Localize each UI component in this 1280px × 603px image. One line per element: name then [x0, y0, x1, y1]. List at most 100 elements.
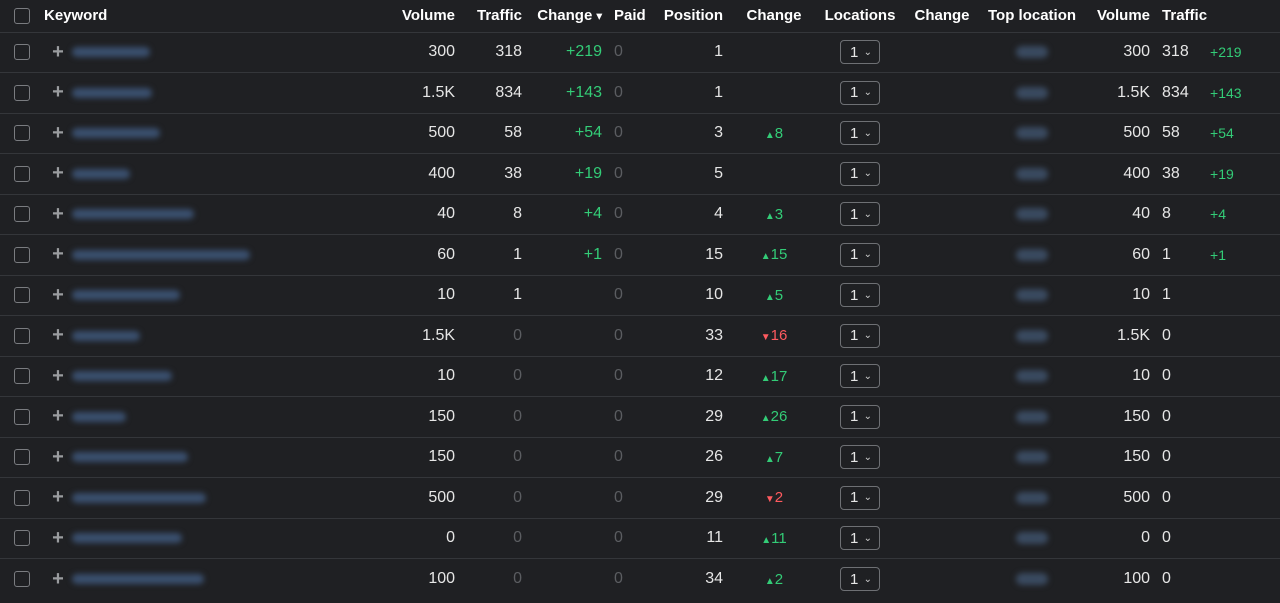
volume-header[interactable]: Volume — [392, 0, 467, 32]
locations-dropdown[interactable]: 1 ⌄ — [840, 526, 881, 551]
add-cell[interactable]: + — [44, 518, 72, 559]
row-select-cell[interactable] — [0, 356, 44, 397]
plus-icon[interactable]: + — [52, 41, 64, 63]
plus-icon[interactable]: + — [52, 446, 64, 468]
row-checkbox[interactable] — [14, 570, 30, 587]
keyword-link-redacted[interactable] — [72, 411, 126, 422]
row-checkbox[interactable] — [14, 408, 30, 425]
add-cell[interactable]: + — [44, 478, 72, 519]
add-cell[interactable]: + — [44, 437, 72, 478]
keyword-link-redacted[interactable] — [72, 371, 172, 382]
keyword-link-redacted[interactable] — [72, 249, 250, 260]
row-checkbox[interactable] — [14, 44, 30, 61]
locations-dropdown[interactable]: 1 ⌄ — [840, 80, 881, 105]
keyword-cell[interactable] — [72, 275, 392, 316]
keyword-link-redacted[interactable] — [72, 209, 194, 220]
plus-icon[interactable]: + — [52, 243, 64, 265]
keyword-header[interactable]: Keyword — [44, 0, 392, 32]
add-cell[interactable]: + — [44, 194, 72, 235]
keyword-link-redacted[interactable] — [72, 492, 206, 503]
row-select-cell[interactable] — [0, 194, 44, 235]
keyword-link-redacted[interactable] — [72, 573, 204, 584]
keyword-cell[interactable] — [72, 113, 392, 154]
locations-change-header[interactable]: Change — [907, 0, 977, 32]
volume2-header[interactable]: Volume — [1087, 0, 1162, 32]
row-checkbox[interactable] — [14, 368, 30, 385]
row-checkbox[interactable] — [14, 287, 30, 304]
plus-icon[interactable]: + — [52, 81, 64, 103]
keyword-link-redacted[interactable] — [72, 47, 150, 58]
locations-dropdown[interactable]: 1 ⌄ — [840, 567, 881, 591]
row-checkbox[interactable] — [14, 489, 30, 506]
plus-icon[interactable]: + — [52, 486, 64, 508]
keyword-link-redacted[interactable] — [72, 452, 188, 463]
keyword-cell[interactable] — [72, 397, 392, 438]
keyword-link-redacted[interactable] — [72, 533, 182, 544]
add-cell[interactable]: + — [44, 154, 72, 195]
position-header[interactable]: Position — [654, 0, 735, 32]
plus-icon[interactable]: + — [52, 365, 64, 387]
keyword-cell[interactable] — [72, 437, 392, 478]
keyword-cell[interactable] — [72, 194, 392, 235]
plus-icon[interactable]: + — [52, 405, 64, 427]
row-checkbox[interactable] — [14, 327, 30, 344]
row-select-cell[interactable] — [0, 478, 44, 519]
locations-dropdown[interactable]: 1 ⌄ — [840, 364, 881, 389]
traffic2-header[interactable]: Traffic — [1162, 0, 1280, 32]
keyword-cell[interactable] — [72, 316, 392, 357]
plus-icon[interactable]: + — [52, 122, 64, 144]
keyword-cell[interactable] — [72, 559, 392, 600]
plus-icon[interactable]: + — [52, 568, 64, 590]
keyword-cell[interactable] — [72, 235, 392, 276]
locations-dropdown[interactable]: 1 ⌄ — [840, 242, 881, 267]
row-select-cell[interactable] — [0, 32, 44, 73]
locations-dropdown[interactable]: 1 ⌄ — [840, 404, 881, 429]
select-all-checkbox[interactable] — [14, 8, 30, 25]
keyword-cell[interactable] — [72, 356, 392, 397]
row-select-cell[interactable] — [0, 113, 44, 154]
traffic-change-header[interactable]: Change ▾ — [534, 0, 614, 32]
keyword-cell[interactable] — [72, 32, 392, 73]
keyword-cell[interactable] — [72, 518, 392, 559]
row-select-cell[interactable] — [0, 518, 44, 559]
keyword-cell[interactable] — [72, 73, 392, 114]
locations-dropdown[interactable]: 1 ⌄ — [840, 121, 881, 146]
position-change-header[interactable]: Change — [735, 0, 813, 32]
locations-header[interactable]: Locations — [813, 0, 907, 32]
locations-dropdown[interactable]: 1 ⌄ — [840, 323, 881, 348]
locations-dropdown[interactable]: 1 ⌄ — [840, 445, 881, 470]
row-checkbox[interactable] — [14, 206, 30, 223]
add-cell[interactable]: + — [44, 356, 72, 397]
add-cell[interactable]: + — [44, 397, 72, 438]
keyword-link-redacted[interactable] — [72, 168, 130, 179]
add-cell[interactable]: + — [44, 559, 72, 600]
plus-icon[interactable]: + — [52, 527, 64, 549]
row-checkbox[interactable] — [14, 165, 30, 182]
row-checkbox[interactable] — [14, 125, 30, 142]
row-select-cell[interactable] — [0, 73, 44, 114]
select-all-cell[interactable] — [0, 0, 44, 32]
row-checkbox[interactable] — [14, 530, 30, 547]
plus-icon[interactable]: + — [52, 162, 64, 184]
row-checkbox[interactable] — [14, 84, 30, 101]
keyword-link-redacted[interactable] — [72, 87, 152, 98]
keyword-link-redacted[interactable] — [72, 290, 180, 301]
plus-icon[interactable]: + — [52, 324, 64, 346]
row-select-cell[interactable] — [0, 437, 44, 478]
keyword-cell[interactable] — [72, 478, 392, 519]
row-checkbox[interactable] — [14, 449, 30, 466]
keyword-link-redacted[interactable] — [72, 330, 140, 341]
keyword-cell[interactable] — [72, 154, 392, 195]
locations-dropdown[interactable]: 1 ⌄ — [840, 283, 881, 308]
row-select-cell[interactable] — [0, 154, 44, 195]
paid-header[interactable]: Paid — [614, 0, 654, 32]
row-select-cell[interactable] — [0, 275, 44, 316]
add-cell[interactable]: + — [44, 235, 72, 276]
add-cell[interactable]: + — [44, 32, 72, 73]
add-cell[interactable]: + — [44, 275, 72, 316]
add-cell[interactable]: + — [44, 113, 72, 154]
locations-dropdown[interactable]: 1 ⌄ — [840, 485, 881, 510]
add-cell[interactable]: + — [44, 316, 72, 357]
row-select-cell[interactable] — [0, 316, 44, 357]
locations-dropdown[interactable]: 1 ⌄ — [840, 40, 881, 65]
